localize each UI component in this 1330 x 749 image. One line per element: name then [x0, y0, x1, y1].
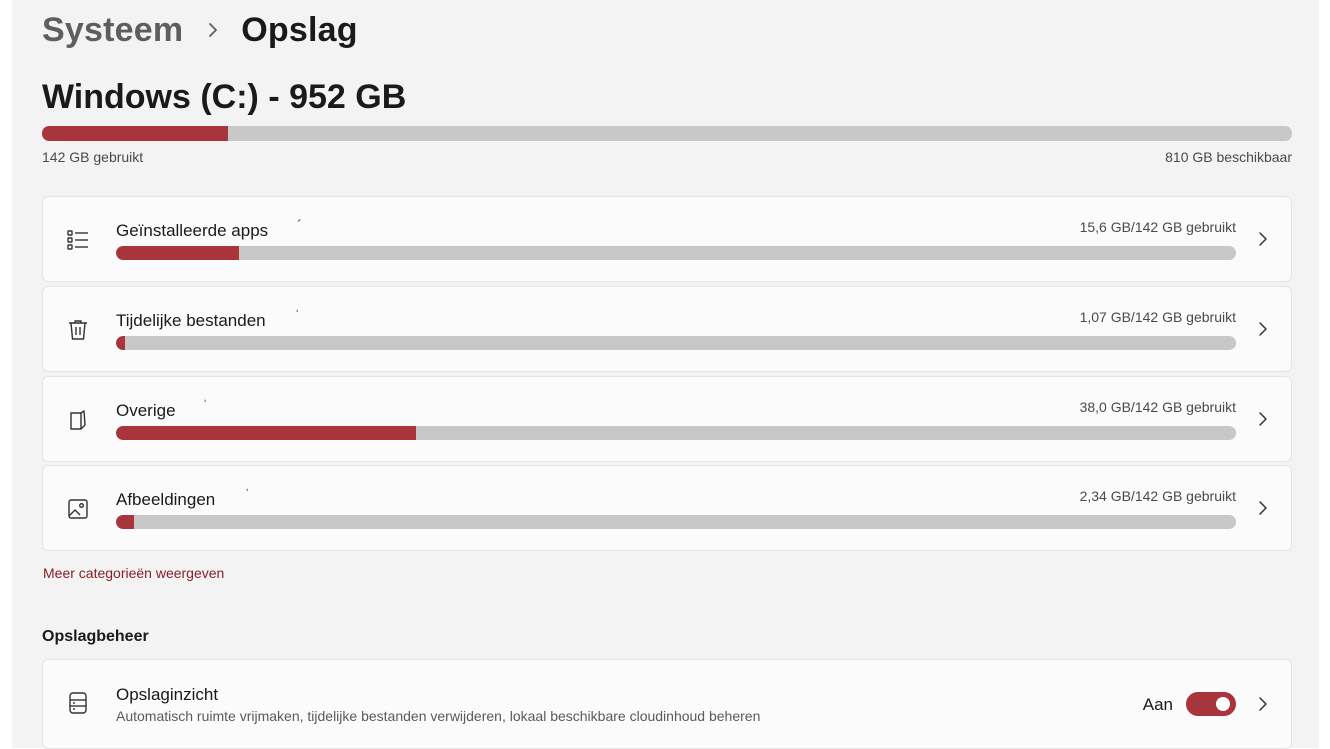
breadcrumb: Systeem Opslag	[42, 8, 358, 52]
drive-free-label: 810 GB beschikbaar	[1165, 149, 1292, 165]
storage-sense-card[interactable]: Opslaginzicht Automatisch ruimte vrijmak…	[42, 659, 1292, 749]
category-usage: 38,0 GB/142 GB gebruikt	[1079, 399, 1236, 415]
settings-page: Systeem Opslag Windows (C:) - 952 GB 142…	[12, 0, 1319, 749]
storage-sense-description: Automatisch ruimte vrijmaken, tijdelijke…	[116, 708, 761, 724]
category-usage-fill	[116, 336, 125, 350]
category-usage-bar	[116, 336, 1236, 350]
cursor-mark: ˈ	[203, 397, 208, 412]
category-usage: 1,07 GB/142 GB gebruikt	[1079, 309, 1236, 325]
category-usage: 2,34 GB/142 GB gebruikt	[1079, 488, 1236, 504]
category-usage-bar	[116, 246, 1236, 260]
category-temp-files[interactable]: Tijdelijke bestanden ˈ 1,07 GB/142 GB ge…	[42, 286, 1292, 372]
drive-usage-bar	[42, 126, 1292, 141]
drive-title: Windows (C:) - 952 GB	[42, 78, 407, 116]
chevron-right-icon	[1255, 231, 1271, 247]
storage-sense-toggle[interactable]	[1186, 692, 1236, 716]
breadcrumb-systeem[interactable]: Systeem	[42, 11, 183, 50]
document-icon	[65, 407, 91, 433]
storage-drive-icon	[65, 690, 91, 716]
category-label: Afbeeldingen	[116, 490, 216, 509]
drive-used-label: 142 GB gebruikt	[42, 149, 144, 165]
chevron-right-icon	[207, 22, 219, 38]
category-pictures[interactable]: Afbeeldingen ˈ 2,34 GB/142 GB gebruikt	[42, 465, 1292, 551]
category-usage-bar	[116, 426, 1236, 440]
category-installed-apps[interactable]: Geïnstalleerde apps ´ 15,6 GB/142 GB geb…	[42, 196, 1292, 282]
section-title-storage-management: Opslagbeheer	[42, 628, 149, 645]
category-label: Tijdelijke bestanden	[116, 311, 266, 330]
category-label: Geïnstalleerde apps	[116, 221, 269, 240]
chevron-right-icon	[1255, 321, 1271, 337]
chevron-right-icon	[1255, 696, 1271, 712]
category-usage-fill	[116, 515, 134, 529]
category-other[interactable]: Overige ˈ 38,0 GB/142 GB gebruikt	[42, 376, 1292, 462]
image-icon	[65, 496, 91, 522]
chevron-right-icon	[1255, 500, 1271, 516]
show-more-categories-link[interactable]: Meer categorieën weergeven	[43, 565, 224, 581]
toggle-knob	[1216, 697, 1230, 711]
category-usage: 15,6 GB/142 GB gebruikt	[1079, 219, 1236, 235]
trash-icon	[65, 317, 91, 343]
list-icon	[65, 227, 91, 253]
drive-usage-fill	[42, 126, 229, 141]
category-usage-fill	[116, 426, 417, 440]
cursor-mark: ˈ	[245, 486, 250, 501]
category-usage-fill	[116, 246, 240, 260]
page-title: Opslag	[241, 10, 358, 49]
cursor-mark: ´	[297, 217, 302, 232]
chevron-right-icon	[1255, 411, 1271, 427]
category-label: Overige	[116, 401, 176, 420]
category-usage-bar	[116, 515, 1236, 529]
toggle-state-label: Aan	[1142, 695, 1173, 714]
cursor-mark: ˈ	[295, 307, 300, 322]
storage-sense-title: Opslaginzicht	[116, 685, 219, 704]
